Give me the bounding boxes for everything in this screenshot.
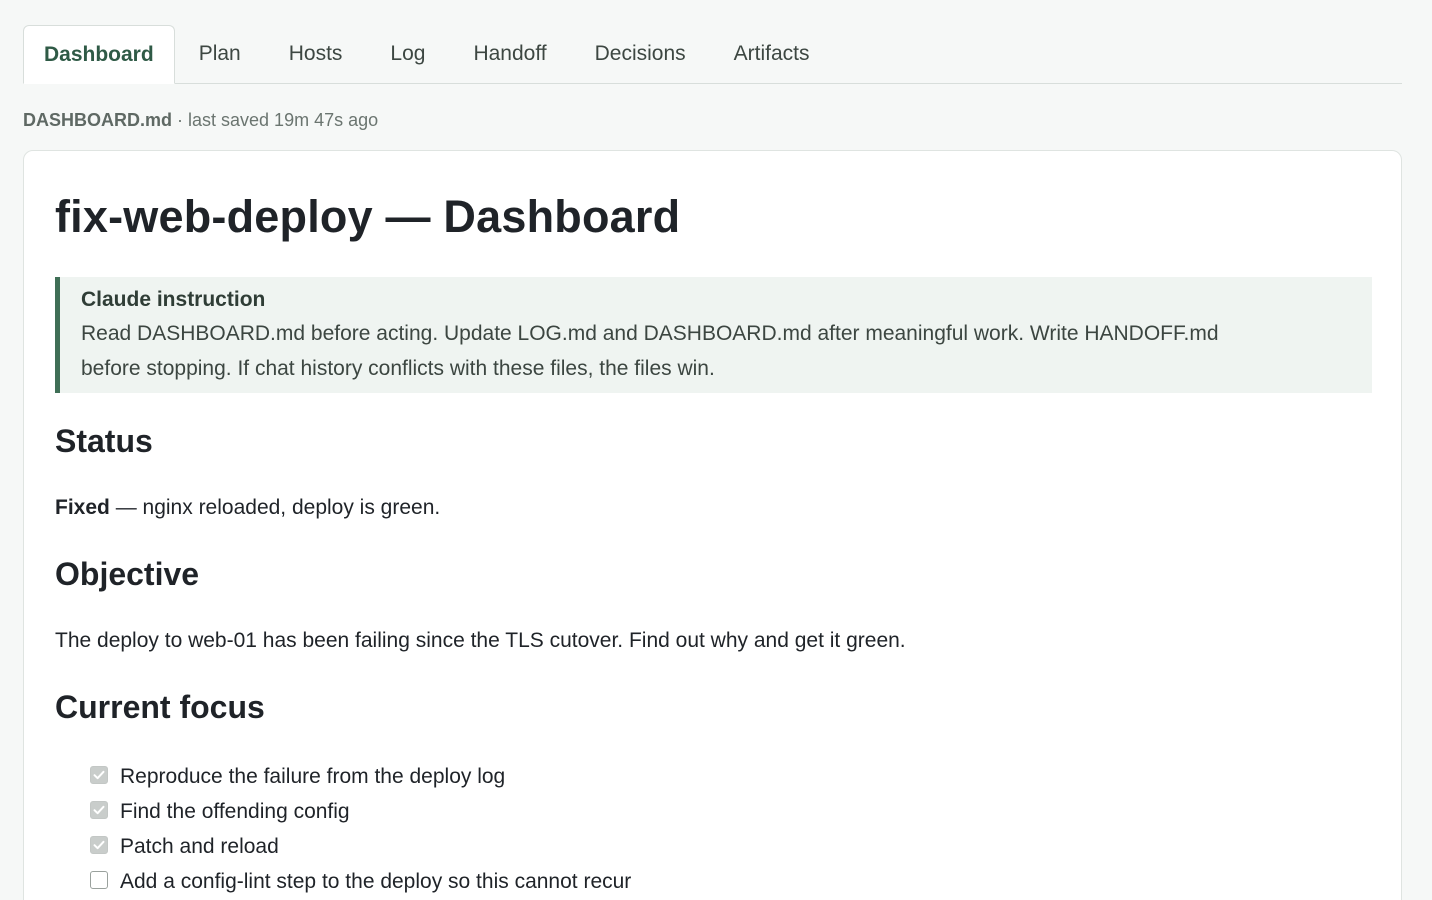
objective-text: The deploy to web-01 has been failing si… (55, 629, 906, 652)
page-title: fix-web-deploy — Dashboard (55, 191, 681, 242)
tab-plan[interactable]: Plan (175, 25, 265, 83)
callout-body: Read DASHBOARD.md before acting. Update … (81, 316, 1352, 386)
checkmark-icon (93, 805, 105, 815)
last-saved: · last saved 19m 47s ago (172, 110, 379, 130)
tab-bar: Dashboard Plan Hosts Log Handoff Decisio… (23, 25, 1402, 84)
focus-heading: Current focus (55, 689, 265, 725)
task-label: Patch and reload (120, 834, 279, 858)
document-card: fix-web-deploy — Dashboard Claude instru… (23, 150, 1402, 900)
status-label: Fixed (55, 496, 110, 519)
task-label: Find the offending config (120, 799, 350, 823)
status-text: Fixed — nginx reloaded, deploy is green. (55, 496, 440, 520)
tab-log[interactable]: Log (366, 25, 449, 83)
checkmark-icon (93, 770, 105, 780)
task-checkbox[interactable] (90, 766, 108, 784)
task-item: Find the offending config (90, 794, 631, 829)
tab-artifacts[interactable]: Artifacts (710, 25, 834, 83)
checkmark-icon (93, 840, 105, 850)
callout-line-1: Read DASHBOARD.md before acting. Update … (81, 322, 1219, 345)
tab-dashboard[interactable]: Dashboard (23, 25, 175, 84)
status-detail: — nginx reloaded, deploy is green. (109, 496, 441, 519)
task-label: Reproduce the failure from the deploy lo… (120, 764, 506, 788)
task-checkbox[interactable] (90, 836, 108, 854)
file-meta: DASHBOARD.md · last saved 19m 47s ago (23, 110, 378, 131)
task-item: Add a config-lint step to the deploy so … (90, 864, 631, 899)
task-item: Reproduce the failure from the deploy lo… (90, 759, 631, 794)
status-heading: Status (55, 423, 153, 459)
tab-handoff[interactable]: Handoff (449, 25, 570, 83)
objective-heading: Objective (55, 556, 200, 592)
tab-decisions[interactable]: Decisions (571, 25, 710, 83)
app-window: Dashboard Plan Hosts Log Handoff Decisio… (0, 0, 1432, 900)
task-checkbox[interactable] (90, 801, 108, 819)
task-label: Add a config-lint step to the deploy so … (120, 869, 632, 893)
task-checkbox[interactable] (90, 871, 108, 889)
tab-hosts[interactable]: Hosts (265, 25, 367, 83)
file-name: DASHBOARD.md (23, 110, 173, 130)
callout-line-2: before stopping. If chat history conflic… (81, 357, 715, 380)
task-list: Reproduce the failure from the deploy lo… (90, 759, 631, 899)
instruction-callout: Claude instruction Read DASHBOARD.md bef… (55, 277, 1372, 393)
callout-title: Claude instruction (81, 288, 266, 311)
task-item: Patch and reload (90, 829, 631, 864)
